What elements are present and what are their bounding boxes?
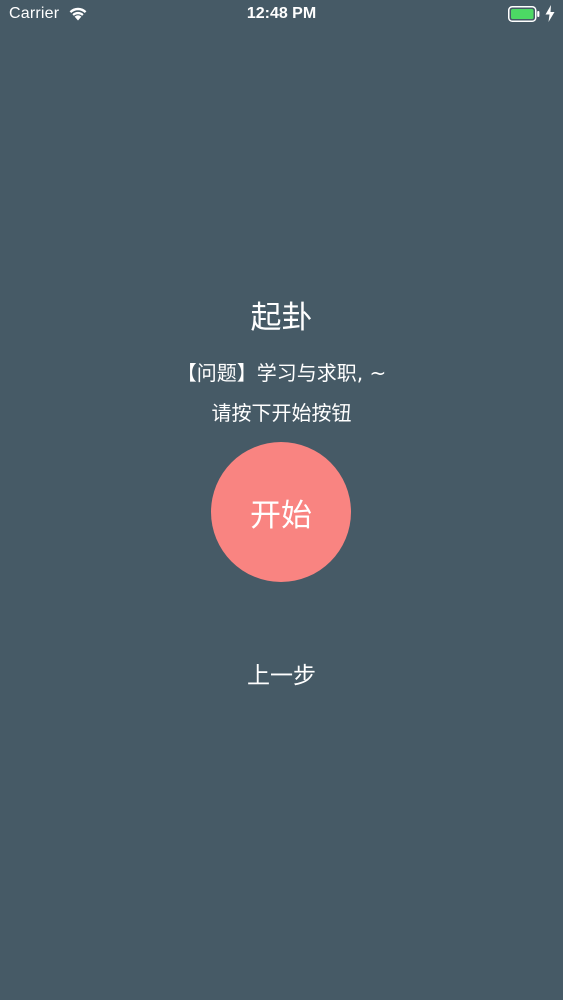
divination-screen: 起卦 【问题】学习与求职, ~ 请按下开始按钮 开始 上一步: [0, 0, 563, 1000]
start-button-label: 开始: [250, 497, 312, 534]
previous-step-button[interactable]: 上一步: [0, 659, 563, 693]
start-button[interactable]: 开始: [211, 442, 351, 582]
page-title: 起卦: [250, 300, 313, 336]
prompt-text: 请按下开始按钮: [211, 401, 352, 425]
question-text: 【问题】学习与求职, ~: [176, 361, 387, 385]
